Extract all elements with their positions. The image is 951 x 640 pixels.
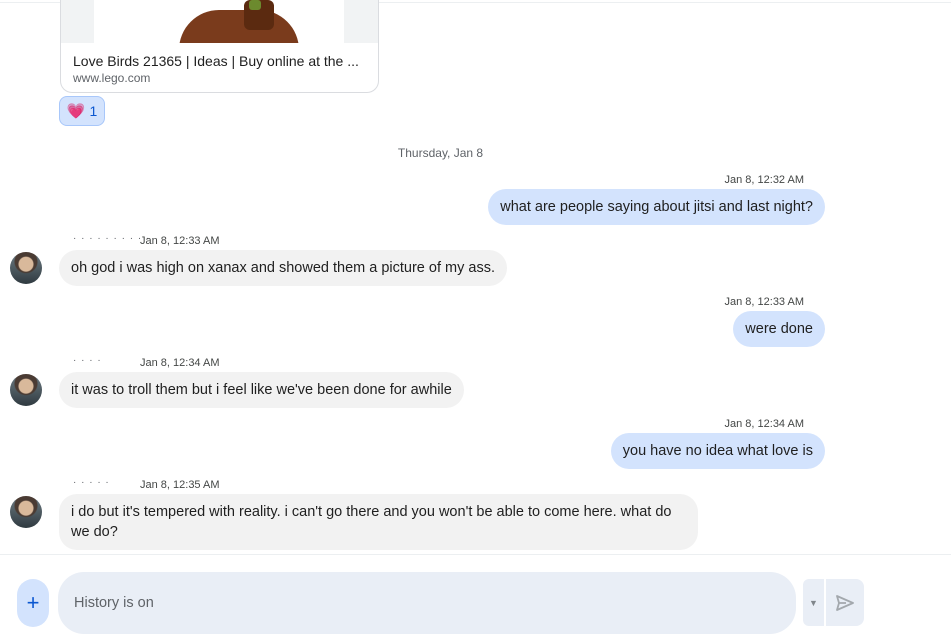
- reaction-chip[interactable]: 💗 1: [59, 96, 105, 126]
- heart-icon: 💗: [66, 103, 86, 120]
- avatar[interactable]: [10, 496, 42, 528]
- composer-divider: [0, 554, 951, 555]
- sender-name: · · · ·: [73, 355, 102, 366]
- link-preview-image: [61, 0, 378, 43]
- message-bubble-outgoing[interactable]: what are people saying about jitsi and l…: [488, 189, 825, 225]
- message-timestamp: Jan 8, 12:33 AM: [724, 296, 805, 308]
- reaction-count: 1: [89, 103, 98, 119]
- message-bubble-incoming[interactable]: i do but it's tempered with reality. i c…: [59, 494, 698, 550]
- send-options-dropdown[interactable]: ▼: [803, 579, 824, 626]
- plus-icon: +: [26, 590, 40, 615]
- message-timestamp: Jan 8, 12:32 AM: [724, 174, 805, 186]
- message-timestamp: Jan 8, 12:34 AM: [140, 357, 220, 369]
- message-bubble-incoming[interactable]: oh god i was high on xanax and showed th…: [59, 250, 507, 286]
- message-bubble-outgoing[interactable]: were done: [733, 311, 825, 347]
- message-input-container[interactable]: [58, 572, 796, 634]
- sender-name: · · · · · · · · · ·: [73, 233, 151, 244]
- add-button[interactable]: +: [17, 579, 49, 627]
- chevron-down-icon: ▼: [809, 597, 818, 608]
- date-separator: Thursday, Jan 8: [397, 146, 484, 160]
- message-timestamp: Jan 8, 12:33 AM: [140, 235, 220, 247]
- send-button[interactable]: [826, 579, 864, 626]
- message-timestamp: Jan 8, 12:35 AM: [140, 479, 220, 491]
- message-bubble-outgoing[interactable]: you have no idea what love is: [610, 433, 825, 469]
- avatar[interactable]: [10, 374, 42, 406]
- link-preview-card[interactable]: Love Birds 21365 | Ideas | Buy online at…: [60, 0, 379, 93]
- link-preview-url: www.lego.com: [73, 71, 151, 85]
- sender-name: · · · · ·: [73, 477, 110, 488]
- avatar[interactable]: [10, 252, 42, 284]
- link-preview-title: Love Birds 21365 | Ideas | Buy online at…: [73, 53, 359, 69]
- message-bubble-incoming[interactable]: it was to troll them but i feel like we'…: [59, 372, 464, 408]
- send-icon: [836, 594, 854, 611]
- message-timestamp: Jan 8, 12:34 AM: [724, 418, 805, 430]
- message-input[interactable]: [72, 594, 796, 612]
